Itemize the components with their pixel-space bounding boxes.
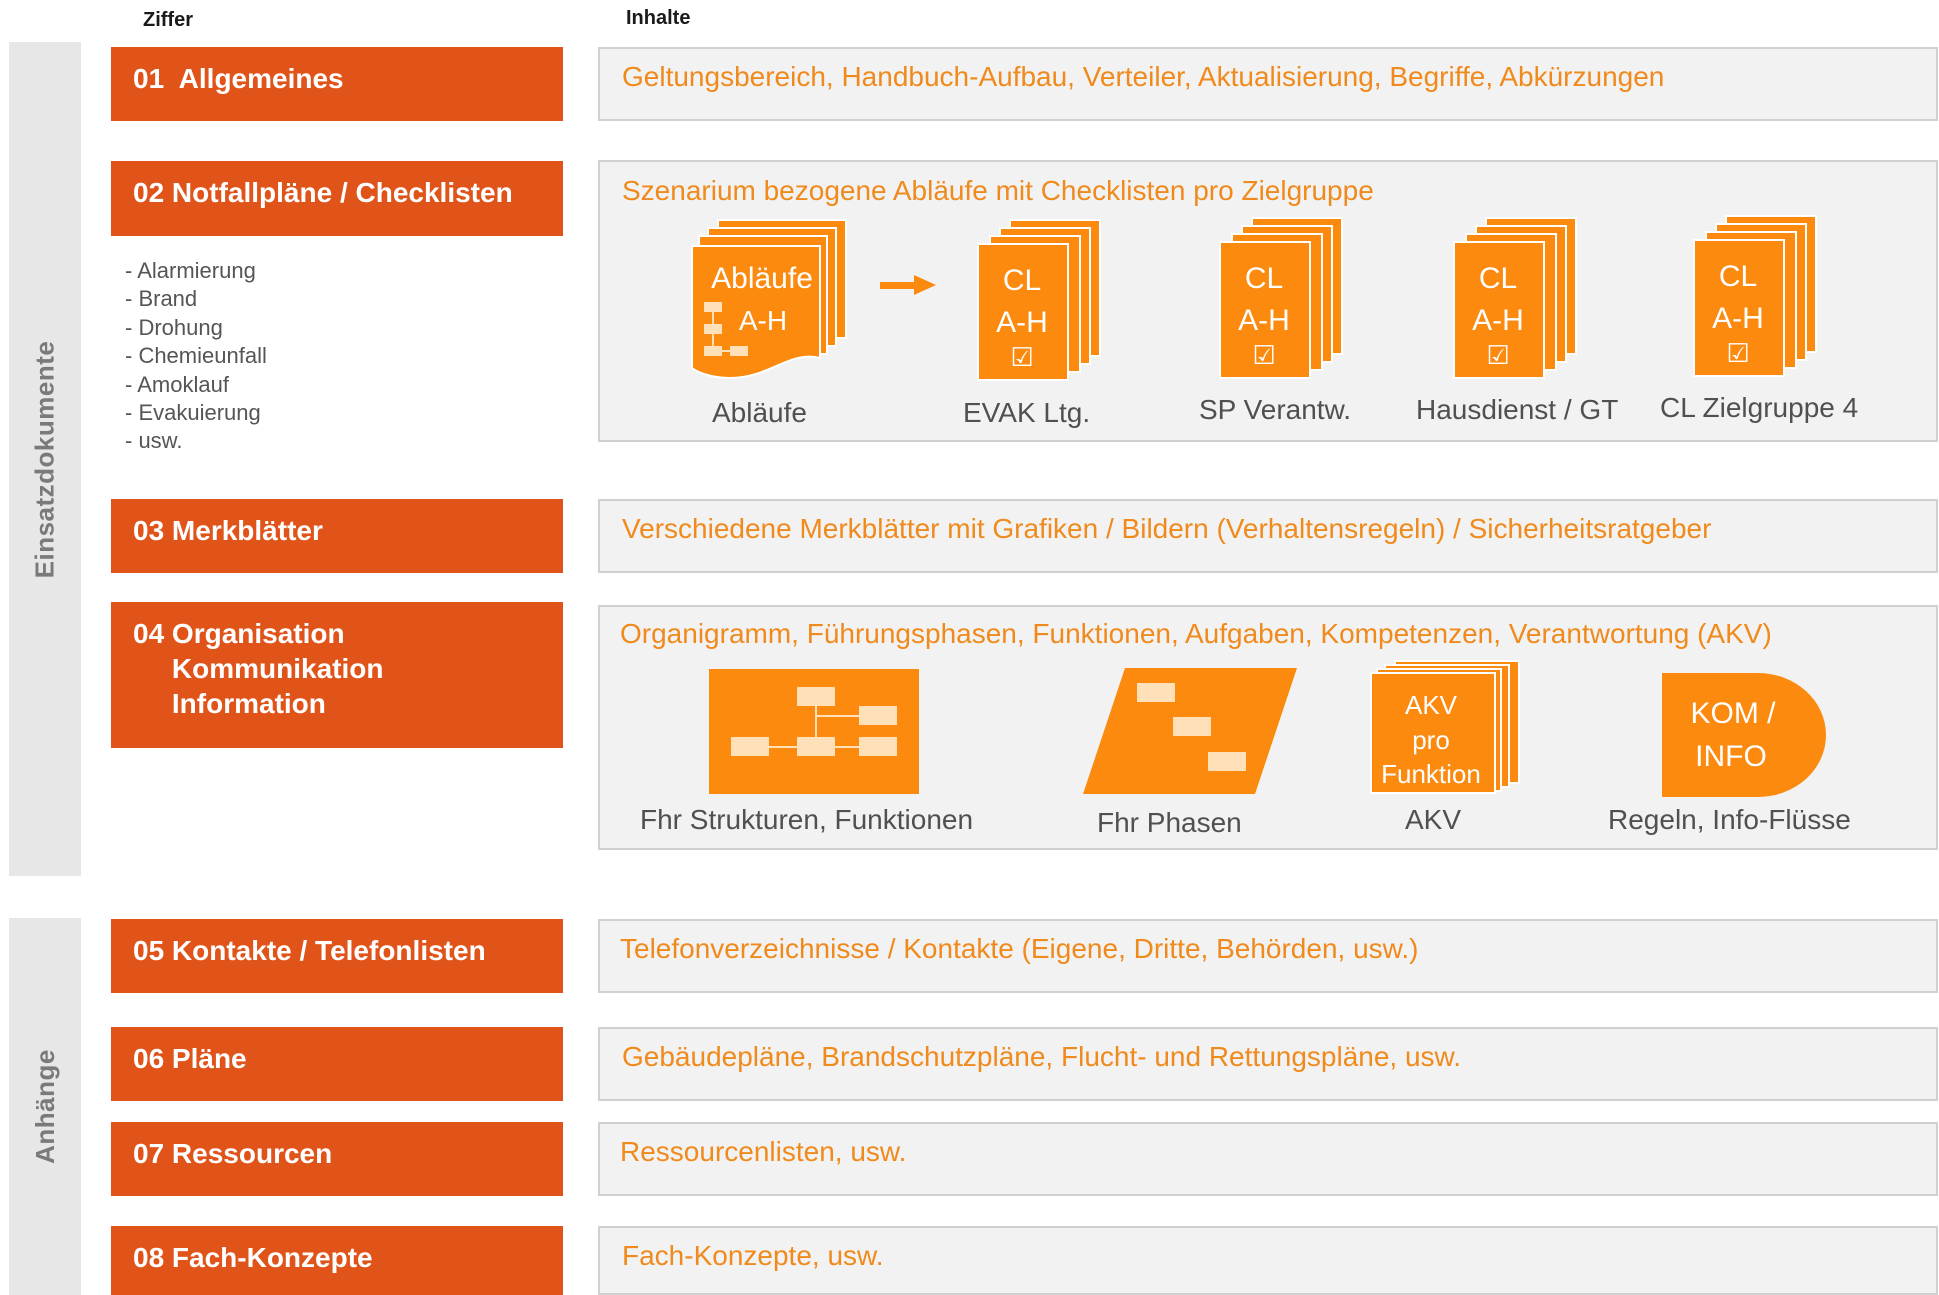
category-01: 01 Allgemeines xyxy=(111,47,563,121)
list-item: - Evakuierung xyxy=(125,400,261,426)
svg-text:Abläufe: Abläufe xyxy=(711,262,813,295)
caption-cl-zielgruppe-4: CL Zielgruppe 4 xyxy=(1660,392,1859,423)
category-05: 05 Kontakte / Telefonlisten xyxy=(111,919,563,993)
org-chart-icon xyxy=(709,669,919,794)
list-item: - Drohung xyxy=(125,314,223,340)
svg-text:pro: pro xyxy=(1412,725,1450,755)
list-item: - usw. xyxy=(125,428,183,454)
caption-fhr-strukturen: Fhr Strukturen, Funktionen xyxy=(640,804,974,835)
arrow-right-icon xyxy=(880,275,936,295)
scenario-list: - Alarmierung - Brand - Drohung - Chemie… xyxy=(125,257,267,456)
svg-text:A-H: A-H xyxy=(739,305,787,336)
category-08: 08 Fach-Konzepte xyxy=(111,1226,563,1295)
list-item: - Alarmierung xyxy=(125,258,256,283)
caption-sp-verantw: SP Verantw. xyxy=(1199,394,1352,425)
category-06: 06 Pläne xyxy=(111,1027,563,1101)
svg-text:CL: CL xyxy=(1479,262,1517,295)
akv-stack-icon: AKV pro Funktion xyxy=(1370,660,1520,794)
kom-info-icon: KOM / INFO xyxy=(1662,673,1826,797)
svg-text:CL: CL xyxy=(1719,260,1757,293)
svg-text:☑: ☑ xyxy=(1486,341,1509,371)
section-label-anhaenge: Anhänge xyxy=(29,1049,60,1164)
svg-text:☑: ☑ xyxy=(1252,341,1275,371)
content-box-08: Fach-Konzepte, usw. xyxy=(598,1226,1938,1295)
content-box-03: Verschiedene Merkblätter mit Grafiken / … xyxy=(598,499,1938,573)
svg-text:AKV: AKV xyxy=(1405,690,1458,720)
checklist-stack-icon: CL A-H ☑ xyxy=(1693,215,1817,377)
content-box-01: Geltungsbereich, Handbuch-Aufbau, Vertei… xyxy=(598,47,1938,121)
svg-text:Funktion: Funktion xyxy=(1381,759,1481,789)
svg-text:CL: CL xyxy=(1003,264,1041,297)
column-header-ziffer: Ziffer xyxy=(143,9,193,31)
caption-hausdienst: Hausdienst / GT xyxy=(1416,394,1619,425)
svg-text:CL: CL xyxy=(1245,262,1283,295)
content-box-06: Gebäudepläne, Brandschutzpläne, Flucht- … xyxy=(598,1027,1938,1101)
ablaeufe-stack-icon: Abläufe A-H xyxy=(691,219,847,380)
svg-text:☑: ☑ xyxy=(1010,343,1033,373)
checklist-stack-icon: CL A-H ☑ xyxy=(1219,217,1343,379)
section-bar-einsatzdokumente: Einsatzdokumente xyxy=(9,42,81,876)
checklist-stack-icon: CL A-H ☑ xyxy=(977,219,1101,381)
svg-text:INFO: INFO xyxy=(1695,740,1767,773)
caption-evak-ltg: EVAK Ltg. xyxy=(963,397,1091,428)
category-02: 02 Notfallpläne / Checklisten xyxy=(111,161,563,236)
list-item: - Chemieunfall xyxy=(125,343,267,369)
phases-icon xyxy=(1083,668,1297,794)
checklist-stack-icon: CL A-H ☑ xyxy=(1453,217,1577,379)
list-item: - Amoklauf xyxy=(125,371,229,397)
content-box-07: Ressourcenlisten, usw. xyxy=(598,1122,1938,1196)
svg-text:A-H: A-H xyxy=(1472,304,1524,337)
svg-text:KOM /: KOM / xyxy=(1690,697,1776,730)
category-03: 03 Merkblätter xyxy=(111,499,563,573)
svg-text:☑: ☑ xyxy=(1726,339,1749,369)
caption-ablaeufe: Abläufe xyxy=(712,397,807,428)
section-label-einsatzdokumente: Einsatzdokumente xyxy=(29,340,60,578)
caption-akv: AKV xyxy=(1405,804,1462,835)
category-07: 07 Ressourcen xyxy=(111,1122,563,1196)
column-header-inhalte: Inhalte xyxy=(626,7,691,29)
category-04: 04 Organisation Kommunikation Informatio… xyxy=(111,602,563,748)
svg-text:A-H: A-H xyxy=(1238,304,1290,337)
svg-text:A-H: A-H xyxy=(996,306,1048,339)
caption-regeln-info-fluesse: Regeln, Info-Flüsse xyxy=(1608,804,1851,835)
list-item: - Brand xyxy=(125,286,198,312)
content-box-05: Telefonverzeichnisse / Kontakte (Eigene,… xyxy=(598,919,1938,993)
caption-fhr-phasen: Fhr Phasen xyxy=(1097,807,1242,838)
svg-text:A-H: A-H xyxy=(1712,302,1764,335)
section-bar-anhaenge: Anhänge xyxy=(9,918,81,1295)
